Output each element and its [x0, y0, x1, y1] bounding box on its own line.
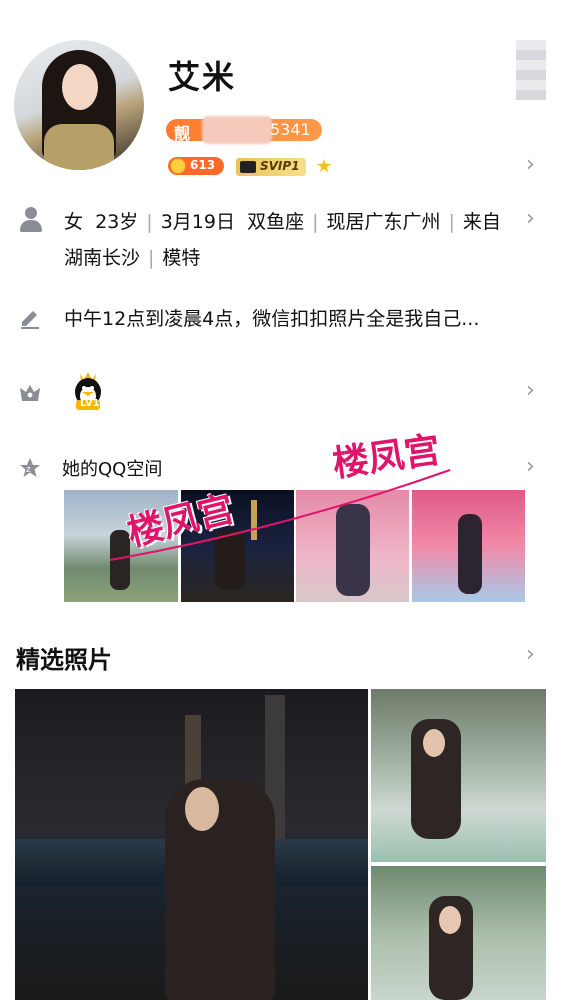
- profile-name: 艾米: [168, 58, 237, 96]
- bio-text[interactable]: 中午12点到凌晨4点，微信扣扣照片全是我自己...: [64, 304, 479, 331]
- selected-photo-main[interactable]: [15, 689, 368, 1000]
- qq-badge-prefix: 靓: [174, 124, 191, 143]
- coin-count: 613: [190, 158, 216, 172]
- user-icon: [18, 206, 44, 232]
- age: 23岁: [95, 211, 139, 233]
- coin-icon: [170, 158, 186, 174]
- qq-number-suffix: 5341: [270, 120, 311, 139]
- svip-badge[interactable]: SVIP1: [236, 158, 306, 176]
- selected-photo-2[interactable]: [371, 689, 546, 862]
- selected-photos-title: 精选照片: [16, 646, 112, 674]
- occupation: 模特: [162, 247, 201, 269]
- selected-photo-3[interactable]: [371, 866, 546, 1000]
- qq-number-badge[interactable]: 靓 5341: [166, 116, 322, 144]
- star-icon: ★: [316, 156, 333, 177]
- qzone-star-icon: z: [18, 456, 42, 480]
- selected-photos-chevron-icon[interactable]: ›: [526, 642, 535, 667]
- vip-crown-icon: [240, 161, 256, 173]
- gender: 女: [64, 211, 84, 233]
- crown-icon: [18, 382, 42, 402]
- watermark-swoosh: [109, 469, 451, 561]
- svg-text:z: z: [26, 465, 31, 475]
- profile-avatar[interactable]: [14, 40, 144, 170]
- coin-badge[interactable]: 613: [168, 157, 224, 175]
- profile-info: 女 23岁 | 3月19日 双鱼座 | 现居广东广州 | 来自湖南长沙 | 模特: [64, 211, 501, 269]
- header-chevron-icon[interactable]: ›: [526, 152, 535, 177]
- svip-label: SVIP1: [260, 159, 300, 173]
- zodiac: 双鱼座: [247, 211, 305, 233]
- info-chevron-icon[interactable]: ›: [526, 206, 535, 231]
- residence: 现居广东广州: [326, 211, 441, 233]
- qq-level-label: LV1: [80, 398, 100, 409]
- qzone-chevron-icon[interactable]: ›: [526, 454, 535, 479]
- qq-number-blur: [202, 116, 272, 144]
- avatar-face: [62, 64, 98, 110]
- birthday: 3月19日: [160, 211, 235, 233]
- qq-level-chevron-icon[interactable]: ›: [526, 378, 535, 403]
- mosaic-blur: [516, 40, 546, 100]
- edit-pen-icon: [18, 306, 42, 330]
- avatar-outfit: [44, 124, 114, 170]
